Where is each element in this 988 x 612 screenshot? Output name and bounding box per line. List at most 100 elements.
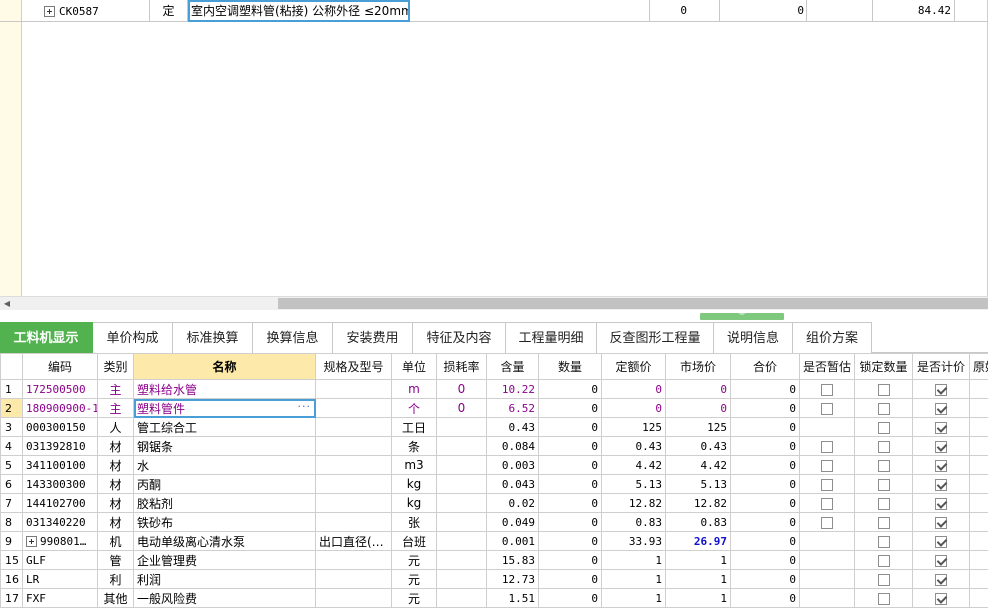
content-cell[interactable]: 15.83 [486,550,539,570]
original-cell[interactable] [969,588,988,608]
quota-value-3[interactable] [807,0,873,22]
category-cell[interactable]: 主 [97,398,134,418]
spec-cell[interactable] [315,569,392,589]
header-is-priced[interactable]: 是否计价 [912,353,970,380]
name-cell[interactable]: 铁砂布 [133,512,316,532]
category-cell[interactable]: 材 [97,493,134,513]
code-cell[interactable]: LR [22,569,98,589]
splitter-collapse-icon[interactable]: ︾ [700,313,784,320]
header-category[interactable]: 类别 [97,353,134,380]
row-number[interactable]: 8 [0,512,23,532]
category-cell[interactable]: 机 [97,531,134,551]
name-cell[interactable]: 利润 [133,569,316,589]
is-priced-checkbox[interactable] [935,554,947,567]
category-cell[interactable]: 管 [97,550,134,570]
row-number[interactable]: 15 [0,550,23,570]
code-cell[interactable]: 000300150 [22,417,98,437]
quota-price-cell[interactable]: 0.43 [601,436,666,456]
name-cell[interactable]: 水 [133,455,316,475]
loss-rate-cell[interactable] [436,493,487,513]
is-estimate-checkbox[interactable] [821,478,833,491]
market-price-cell[interactable]: 4.42 [665,455,731,475]
loss-rate-cell[interactable] [436,588,487,608]
more-options-icon[interactable]: ··· [298,400,312,413]
quota-value-2[interactable]: 0 [720,0,807,22]
code-cell[interactable]: 031340220 [22,512,98,532]
tab-description-info[interactable]: 说明信息 [714,322,793,353]
total-price-cell[interactable]: 0 [730,531,800,551]
tab-features-content[interactable]: 特征及内容 [413,322,506,353]
original-cell[interactable] [969,531,988,551]
spec-cell[interactable] [315,398,392,418]
spec-cell[interactable] [315,436,392,456]
category-cell[interactable]: 材 [97,512,134,532]
content-cell[interactable]: 12.73 [486,569,539,589]
horizontal-scrollbar[interactable]: ◀ [0,296,988,310]
is-priced-checkbox[interactable] [935,478,947,491]
content-cell[interactable]: 0.003 [486,455,539,475]
tab-labor-material-machine[interactable]: 工料机显示 [0,322,93,353]
tab-standard-conversion[interactable]: 标准换算 [173,322,253,353]
category-cell[interactable]: 材 [97,436,134,456]
row-number[interactable]: 2 [0,398,23,418]
tab-pricing-scheme[interactable]: 组价方案 [793,322,872,353]
name-cell[interactable]: 丙酮 [133,474,316,494]
code-cell[interactable]: 031392810 [22,436,98,456]
total-price-cell[interactable]: 0 [730,417,800,437]
total-price-cell[interactable]: 0 [730,512,800,532]
loss-rate-cell[interactable] [436,455,487,475]
scrollbar-thumb[interactable] [278,298,988,309]
lock-quantity-checkbox[interactable] [877,516,890,529]
quantity-cell[interactable]: 0 [538,474,602,494]
market-price-cell[interactable]: 125 [665,417,731,437]
is-priced-checkbox[interactable] [935,421,947,434]
is-priced-checkbox[interactable] [935,592,947,605]
unit-cell[interactable]: kg [391,493,437,513]
quantity-cell[interactable]: 0 [538,455,602,475]
loss-rate-cell[interactable] [436,474,487,494]
code-cell[interactable]: 172500500 [22,379,98,399]
quantity-cell[interactable]: 0 [538,531,602,551]
original-cell[interactable] [969,436,988,456]
quota-value-1[interactable]: 0 [650,0,720,22]
is-priced-checkbox[interactable] [935,383,947,396]
unit-cell[interactable]: m [391,379,437,399]
is-priced-checkbox[interactable] [935,535,947,548]
total-price-cell[interactable]: 0 [730,569,800,589]
quota-price-cell[interactable]: 4.42 [601,455,666,475]
row-number[interactable]: 16 [0,569,23,589]
lock-quantity-checkbox[interactable] [877,592,890,605]
quantity-cell[interactable]: 0 [538,493,602,513]
row-number[interactable]: 6 [0,474,23,494]
quota-value-5[interactable] [955,0,988,22]
original-cell[interactable] [969,493,988,513]
lock-quantity-checkbox[interactable] [877,554,890,567]
lock-quantity-checkbox[interactable] [877,497,890,510]
quantity-cell[interactable]: 0 [538,417,602,437]
table-row[interactable]: 4 031392810 材钢锯条条 0.084 0 0.43 0.43 0 [0,436,988,456]
name-cell[interactable]: 管工综合工 [133,417,316,437]
loss-rate-cell[interactable] [436,531,487,551]
category-cell[interactable]: 人 [97,417,134,437]
is-estimate-checkbox[interactable] [821,459,833,472]
category-cell[interactable]: 材 [97,455,134,475]
table-row[interactable]: 9 990801… 机电动单级离心清水泵 出口直径(… 台班 0.001 0 33.93 26.… [0,531,988,551]
content-cell[interactable]: 0.001 [486,531,539,551]
header-row-number[interactable] [0,353,23,380]
code-cell[interactable]: 180900900-1 [22,398,98,418]
original-cell[interactable] [969,455,988,475]
content-cell[interactable]: 0.049 [486,512,539,532]
quota-price-cell[interactable]: 0 [601,398,666,418]
content-cell[interactable]: 0.084 [486,436,539,456]
lock-quantity-checkbox[interactable] [877,459,890,472]
table-row[interactable]: 7 144102700 材胶粘剂 kg 0.02 0 12.82 12.82 0 [0,493,988,513]
market-price-cell[interactable]: 0.83 [665,512,731,532]
spec-cell[interactable] [315,455,392,475]
unit-cell[interactable]: m3 [391,455,437,475]
market-price-cell[interactable]: 5.13 [665,474,731,494]
row-number[interactable]: 9 [0,531,23,551]
category-cell[interactable]: 利 [97,569,134,589]
table-row[interactable]: 2 180900900-1 主塑料管件 ··· 个 0 6.52 0 0 0 0 [0,398,988,418]
is-priced-checkbox[interactable] [935,459,947,472]
quota-price-cell[interactable]: 1 [601,569,666,589]
